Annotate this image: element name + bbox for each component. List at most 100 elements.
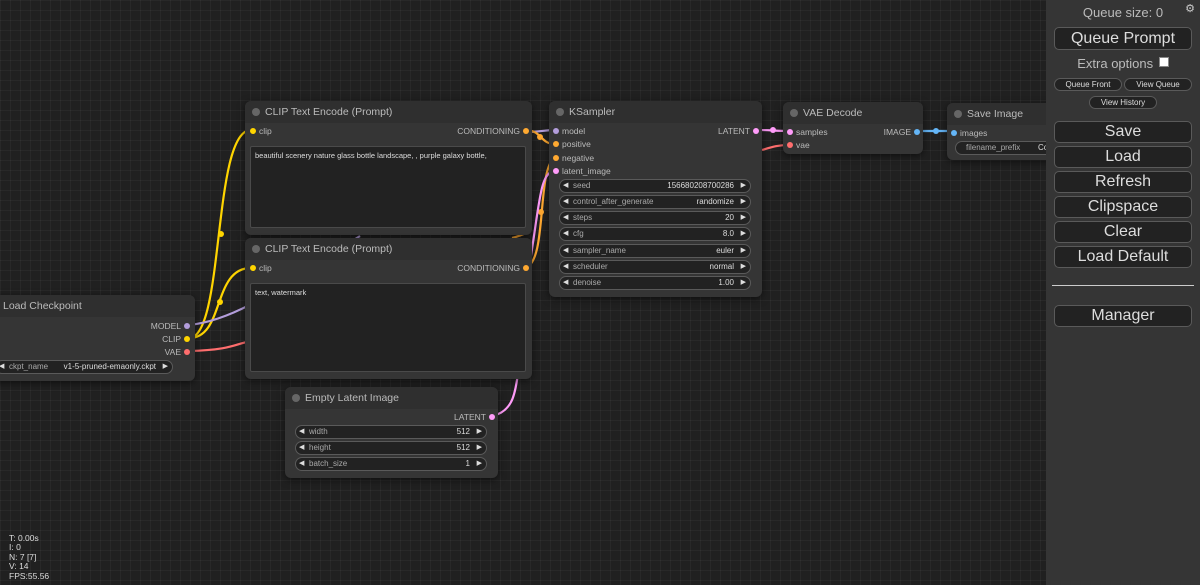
output-conditioning[interactable]: CONDITIONING xyxy=(457,262,529,274)
load-button[interactable]: Load xyxy=(1054,146,1192,168)
ckpt-name-widget[interactable]: ◀ ckpt_name v1-5-pruned-emaonly.ckpt ▶ xyxy=(0,360,173,374)
extra-options-checkbox[interactable] xyxy=(1158,57,1169,67)
clipspace-button[interactable]: Clipspace xyxy=(1054,196,1192,218)
output-dot[interactable] xyxy=(184,323,190,329)
input-latent-image[interactable]: latent_image xyxy=(553,165,611,177)
output-image[interactable]: IMAGE xyxy=(884,126,920,138)
input-dot[interactable] xyxy=(951,130,957,136)
decrement-arrow-icon[interactable]: ◀ xyxy=(563,261,568,273)
output-dot[interactable] xyxy=(184,349,190,355)
save-button[interactable]: Save xyxy=(1054,121,1192,143)
ksampler-node[interactable]: KSampler model positive negative latent_… xyxy=(549,101,762,297)
output-dot[interactable] xyxy=(489,414,495,420)
increment-arrow-icon[interactable]: ▶ xyxy=(163,361,168,373)
collapse-dot[interactable] xyxy=(252,245,260,253)
save-image-node[interactable]: Save Image images filename_prefix Co xyxy=(947,103,1067,160)
refresh-button[interactable]: Refresh xyxy=(1054,171,1192,193)
load-default-button[interactable]: Load Default xyxy=(1054,246,1192,268)
collapse-dot[interactable] xyxy=(556,108,564,116)
decrement-arrow-icon[interactable]: ◀ xyxy=(0,361,4,373)
seed-widget[interactable]: ◀ seed 156680208700286 ▶ xyxy=(559,179,751,193)
decrement-arrow-icon[interactable]: ◀ xyxy=(299,458,304,470)
vae-decode-node[interactable]: VAE Decode samples vae IMAGE xyxy=(783,102,923,154)
increment-arrow-icon[interactable]: ▶ xyxy=(477,426,482,438)
increment-arrow-icon[interactable]: ▶ xyxy=(741,212,746,224)
input-dot[interactable] xyxy=(250,265,256,271)
empty-latent-image-node[interactable]: Empty Latent Image LATENT ◀ width 512 ▶ ◀ he… xyxy=(285,387,498,478)
input-dot[interactable] xyxy=(787,142,793,148)
decrement-arrow-icon[interactable]: ◀ xyxy=(563,277,568,289)
increment-arrow-icon[interactable]: ▶ xyxy=(741,261,746,273)
output-dot[interactable] xyxy=(523,265,529,271)
input-dot[interactable] xyxy=(553,141,559,147)
decrement-arrow-icon[interactable]: ◀ xyxy=(563,228,568,240)
node-title: KSampler xyxy=(549,101,762,123)
input-model[interactable]: model xyxy=(553,125,585,137)
output-model[interactable]: MODEL xyxy=(151,320,190,332)
gear-icon[interactable]: ⚙ xyxy=(1185,2,1195,15)
input-dot[interactable] xyxy=(553,168,559,174)
decrement-arrow-icon[interactable]: ◀ xyxy=(563,180,568,192)
height-widget[interactable]: ◀ height 512 ▶ xyxy=(295,441,487,455)
collapse-dot[interactable] xyxy=(954,110,962,118)
input-images[interactable]: images xyxy=(951,127,987,139)
prompt-textarea[interactable]: text, watermark xyxy=(250,283,526,372)
increment-arrow-icon[interactable]: ▶ xyxy=(477,458,482,470)
decrement-arrow-icon[interactable]: ◀ xyxy=(563,245,568,257)
clip-text-encode-positive-node[interactable]: CLIP Text Encode (Prompt) clip CONDITION… xyxy=(245,101,532,235)
input-vae[interactable]: vae xyxy=(787,139,810,151)
output-dot[interactable] xyxy=(753,128,759,134)
collapse-dot[interactable] xyxy=(252,108,260,116)
prompt-textarea[interactable]: beautiful scenery nature glass bottle la… xyxy=(250,146,526,228)
increment-arrow-icon[interactable]: ▶ xyxy=(741,245,746,257)
decrement-arrow-icon[interactable]: ◀ xyxy=(563,196,568,208)
collapse-dot[interactable] xyxy=(292,394,300,402)
output-dot[interactable] xyxy=(523,128,529,134)
queue-prompt-button[interactable]: Queue Prompt xyxy=(1054,27,1192,50)
output-dot[interactable] xyxy=(914,129,920,135)
manager-button[interactable]: Manager xyxy=(1054,305,1192,327)
decrement-arrow-icon[interactable]: ◀ xyxy=(299,426,304,438)
steps-widget[interactable]: ◀ steps 20 ▶ xyxy=(559,211,751,225)
output-vae[interactable]: VAE xyxy=(165,346,190,358)
scheduler-widget[interactable]: ◀ scheduler normal ▶ xyxy=(559,260,751,274)
input-positive[interactable]: positive xyxy=(553,138,591,150)
clip-text-encode-negative-node[interactable]: CLIP Text Encode (Prompt) clip CONDITION… xyxy=(245,238,532,379)
output-dot[interactable] xyxy=(184,336,190,342)
increment-arrow-icon[interactable]: ▶ xyxy=(741,228,746,240)
clear-button[interactable]: Clear xyxy=(1054,221,1192,243)
decrement-arrow-icon[interactable]: ◀ xyxy=(299,442,304,454)
input-dot[interactable] xyxy=(553,155,559,161)
sampler-name-widget[interactable]: ◀ sampler_name euler ▶ xyxy=(559,244,751,258)
input-clip[interactable]: clip xyxy=(250,262,272,274)
input-dot[interactable] xyxy=(787,129,793,135)
increment-arrow-icon[interactable]: ▶ xyxy=(741,196,746,208)
width-widget[interactable]: ◀ width 512 ▶ xyxy=(295,425,487,439)
denoise-widget[interactable]: ◀ denoise 1.00 ▶ xyxy=(559,276,751,290)
input-samples[interactable]: samples xyxy=(787,126,828,138)
wire-clip-positive xyxy=(188,128,252,340)
load-checkpoint-node[interactable]: Load Checkpoint MODEL CLIP VAE ◀ ckpt_na… xyxy=(0,295,195,381)
increment-arrow-icon[interactable]: ▶ xyxy=(741,180,746,192)
queue-front-button[interactable]: Queue Front xyxy=(1054,78,1122,91)
input-dot[interactable] xyxy=(250,128,256,134)
view-history-button[interactable]: View History xyxy=(1089,96,1157,109)
collapse-dot[interactable] xyxy=(790,109,798,117)
view-queue-button[interactable]: View Queue xyxy=(1124,78,1192,91)
increment-arrow-icon[interactable]: ▶ xyxy=(477,442,482,454)
input-negative[interactable]: negative xyxy=(553,152,594,164)
output-latent[interactable]: LATENT xyxy=(718,125,759,137)
increment-arrow-icon[interactable]: ▶ xyxy=(741,277,746,289)
output-conditioning[interactable]: CONDITIONING xyxy=(457,125,529,137)
output-latent[interactable]: LATENT xyxy=(454,411,495,423)
control-after-generate-widget[interactable]: ◀ control_after_generate randomize ▶ xyxy=(559,195,751,209)
extra-options-row[interactable]: Extra options xyxy=(1046,56,1200,71)
cfg-widget[interactable]: ◀ cfg 8.0 ▶ xyxy=(559,227,751,241)
batch-size-widget[interactable]: ◀ batch_size 1 ▶ xyxy=(295,457,487,471)
output-clip[interactable]: CLIP xyxy=(162,333,190,345)
input-dot[interactable] xyxy=(553,128,559,134)
wire-midpoint xyxy=(218,231,224,237)
input-clip[interactable]: clip xyxy=(250,125,272,137)
node-title: Save Image xyxy=(947,103,1057,125)
decrement-arrow-icon[interactable]: ◀ xyxy=(563,212,568,224)
